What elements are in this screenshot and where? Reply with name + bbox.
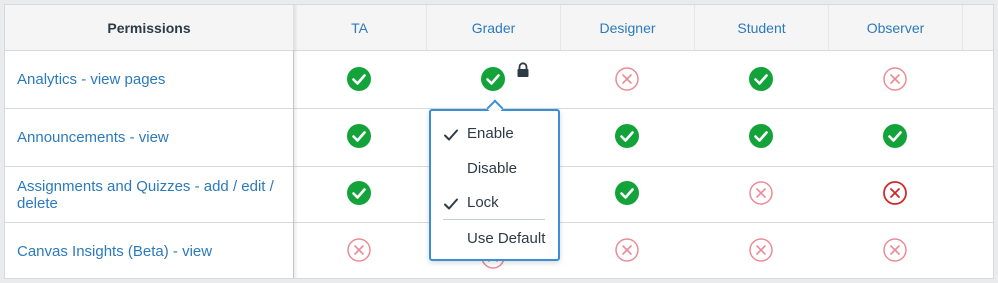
check-circle-icon [615, 181, 639, 205]
check-circle-icon [347, 67, 371, 91]
menu-item-enable[interactable]: Enable [431, 120, 558, 150]
permission-toggle-canvas-insights-observer[interactable] [883, 238, 907, 262]
permission-toggle-assignments-observer[interactable] [883, 181, 907, 205]
permission-label-analytics[interactable]: Analytics - view pages [17, 51, 277, 108]
check-circle-icon [615, 124, 639, 148]
checkmark-icon [443, 127, 459, 143]
permission-toggle-announcements-observer[interactable] [883, 124, 907, 148]
menu-item-disable[interactable]: Disable [431, 155, 558, 185]
permission-label-canvas-insights[interactable]: Canvas Insights (Beta) - view [17, 223, 277, 278]
permission-toggle-canvas-insights-student[interactable] [749, 238, 773, 262]
permission-toggle-assignments-designer[interactable] [615, 181, 639, 205]
menu-item-label: Disable [467, 160, 518, 177]
menu-item-lock[interactable]: Lock [431, 189, 558, 219]
menu-item-use-default[interactable]: Use Default [431, 225, 558, 255]
check-circle-icon [481, 67, 505, 91]
menu-item-label: Enable [467, 125, 514, 142]
permission-toggle-assignments-ta[interactable] [347, 181, 371, 205]
role-header-designer[interactable]: Designer [561, 5, 695, 50]
x-circle-icon [615, 67, 639, 91]
permissions-table: Permissions TA Grader Designer Student O… [4, 4, 994, 279]
permission-toggle-analytics-observer[interactable] [883, 67, 907, 91]
permission-options-menu: Enable Disable Lock Use Default [429, 109, 560, 261]
x-circle-icon [347, 238, 371, 262]
permissions-column-header: Permissions [5, 5, 293, 50]
permission-toggle-analytics-ta[interactable] [347, 67, 371, 91]
permission-toggle-announcements-ta[interactable] [347, 124, 371, 148]
table-header: Permissions TA Grader Designer Student O… [5, 5, 993, 51]
x-circle-icon [749, 181, 773, 205]
permission-toggle-analytics-designer[interactable] [615, 67, 639, 91]
permission-toggle-announcements-student[interactable] [749, 124, 773, 148]
permission-toggle-analytics-student[interactable] [749, 67, 773, 91]
check-circle-icon [749, 67, 773, 91]
check-circle-icon [883, 124, 907, 148]
menu-item-label: Lock [467, 194, 499, 211]
menu-item-label: Use Default [467, 230, 546, 247]
column-divider-shadow [293, 5, 298, 278]
lock-icon [516, 62, 530, 78]
menu-separator [443, 219, 545, 220]
role-header-grader[interactable]: Grader [427, 5, 561, 50]
x-circle-icon [749, 238, 773, 262]
role-header-observer[interactable]: Observer [829, 5, 963, 50]
permission-label-announcements[interactable]: Announcements - view [17, 109, 277, 166]
permission-toggle-canvas-insights-ta[interactable] [347, 238, 371, 262]
permission-label-assignments[interactable]: Assignments and Quizzes - add / edit / d… [17, 167, 277, 222]
checkmark-icon [443, 196, 459, 212]
check-circle-icon [347, 124, 371, 148]
permission-toggle-announcements-designer[interactable] [615, 124, 639, 148]
permission-toggle-canvas-insights-designer[interactable] [615, 238, 639, 262]
role-header-ta[interactable]: TA [293, 5, 427, 50]
x-circle-icon [883, 181, 907, 205]
role-header-student[interactable]: Student [695, 5, 829, 50]
x-circle-icon [883, 67, 907, 91]
check-circle-icon [749, 124, 773, 148]
x-circle-icon [615, 238, 639, 262]
permission-toggle-assignments-student[interactable] [749, 181, 773, 205]
x-circle-icon [883, 238, 907, 262]
check-circle-icon [347, 181, 371, 205]
permission-toggle-analytics-grader[interactable] [481, 67, 505, 91]
